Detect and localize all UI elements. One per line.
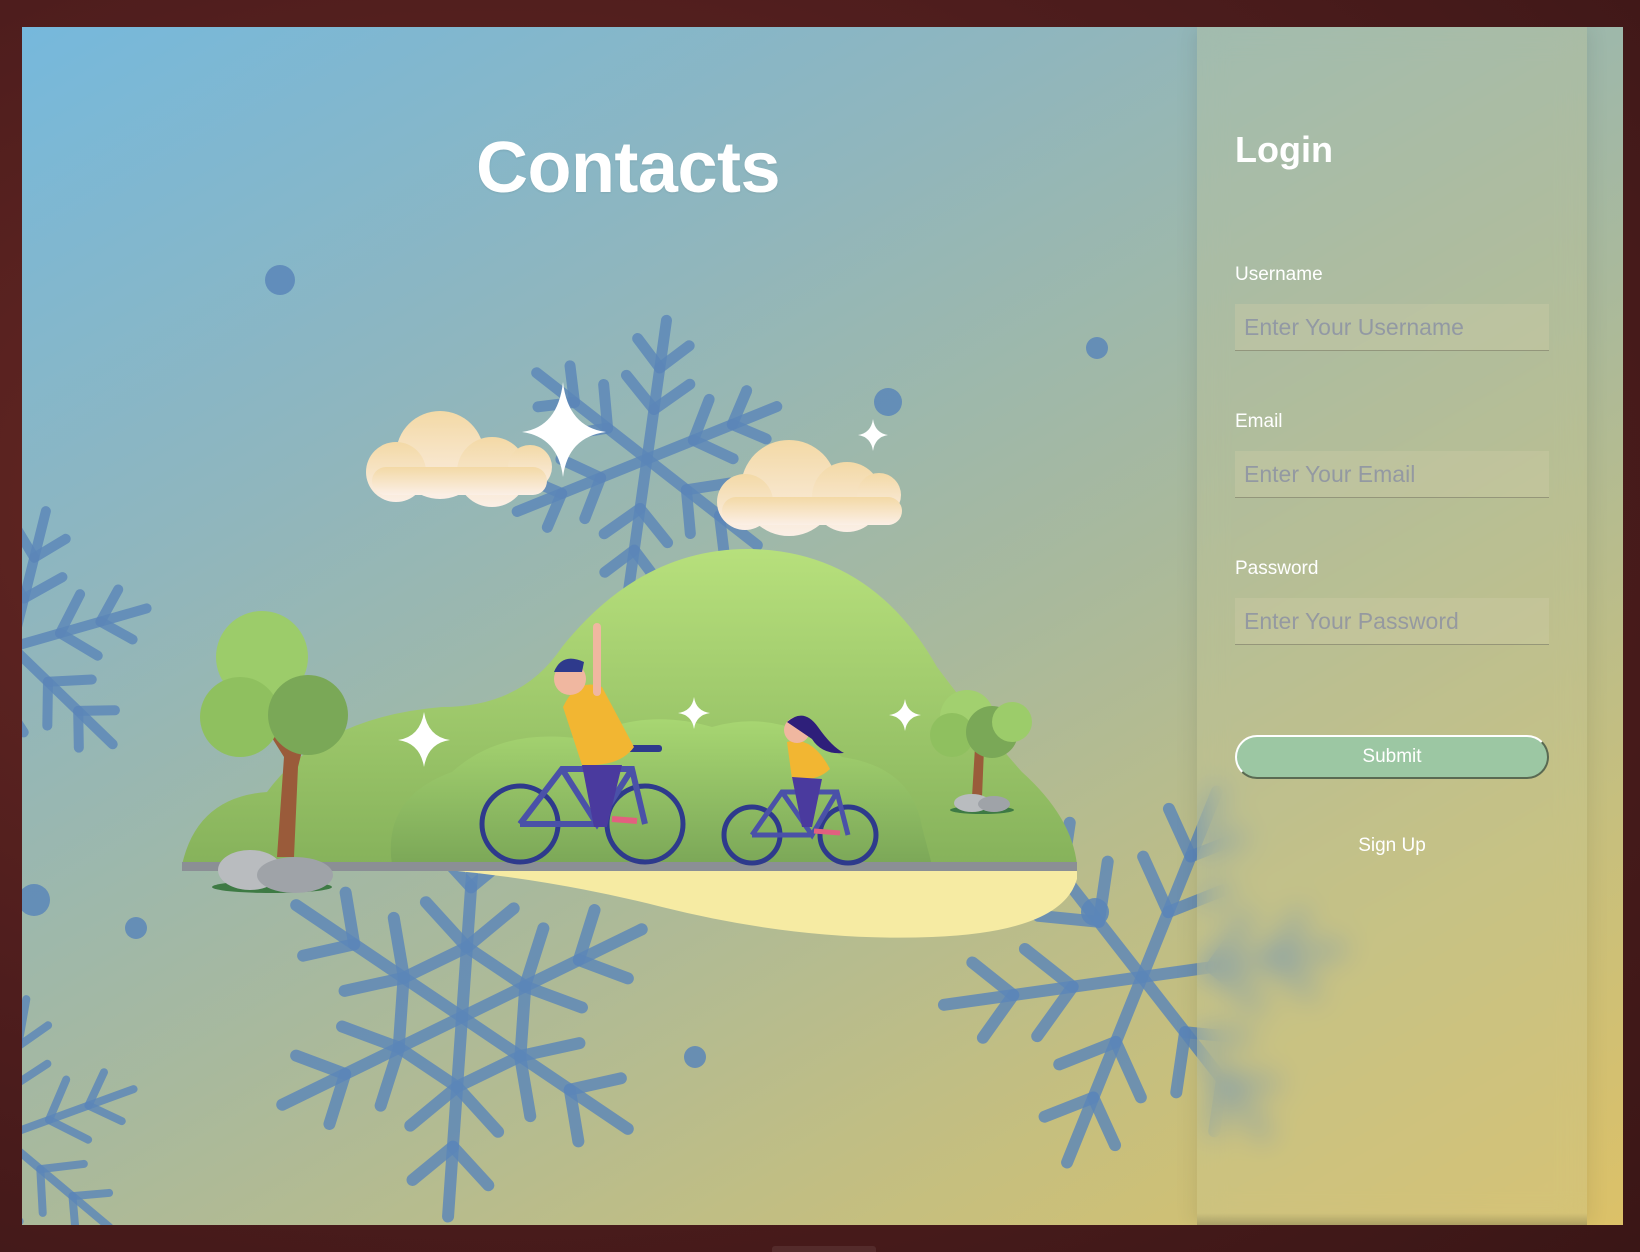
snowflake-icon xyxy=(22,478,179,816)
password-label: Password xyxy=(1235,558,1319,579)
login-title: Login xyxy=(1235,129,1333,170)
sign-up-link[interactable]: Sign Up xyxy=(1235,835,1549,857)
snowflake-icon xyxy=(22,975,161,1225)
panel-bottom-shade xyxy=(1197,1213,1587,1225)
cloud-icon xyxy=(366,411,552,507)
email-label: Email xyxy=(1235,411,1283,432)
cloud-icon xyxy=(717,440,902,536)
username-label: Username xyxy=(1235,264,1323,285)
username-input[interactable] xyxy=(1235,304,1549,351)
password-input[interactable] xyxy=(1235,598,1549,645)
submit-button[interactable]: Submit xyxy=(1235,735,1549,779)
login-panel: Login Username Email Password Submit Sig… xyxy=(1197,27,1587,1225)
page-title: Contacts xyxy=(475,128,781,208)
window-handle xyxy=(772,1246,876,1252)
email-input[interactable] xyxy=(1235,451,1549,498)
app-window: Contacts Login Username Email Password S… xyxy=(22,27,1623,1225)
